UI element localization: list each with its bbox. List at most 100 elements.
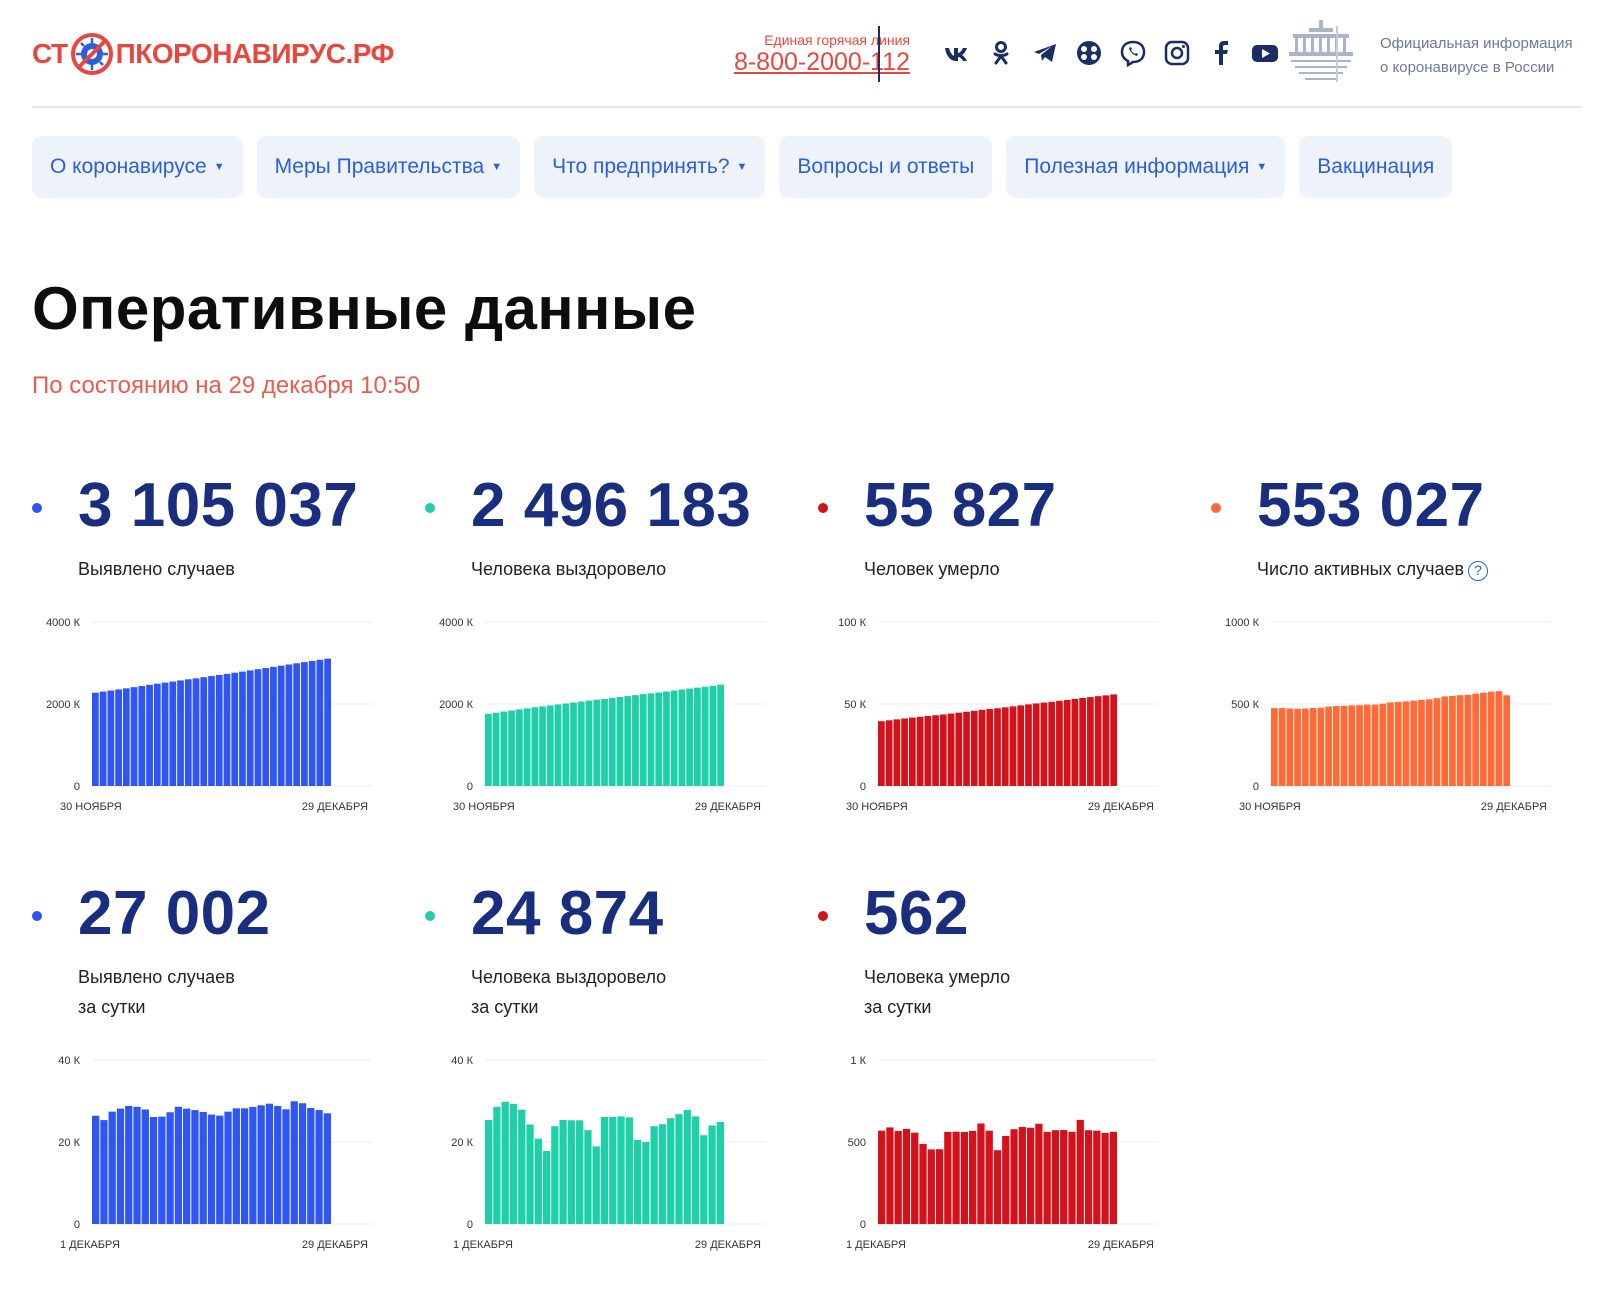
chart-bar xyxy=(191,1110,199,1224)
stat-label: Человека выздоровело за сутки xyxy=(471,962,666,1022)
stat-value: 55 827 xyxy=(864,471,1057,540)
y-tick-label: 1 К xyxy=(850,1055,866,1067)
youtube-icon[interactable] xyxy=(1250,38,1280,68)
caret-down-icon: ▼ xyxy=(1256,161,1268,173)
chart-bar xyxy=(270,666,277,786)
stat-label-line2: за сутки xyxy=(78,997,146,1017)
help-question-icon[interactable]: ? xyxy=(1468,561,1489,581)
chart-bar xyxy=(655,692,663,786)
nav-item-faq[interactable]: Вопросы и ответы xyxy=(779,136,993,198)
chart-bar xyxy=(916,716,924,786)
nav-label: О коронавирусе xyxy=(50,155,207,178)
chart-bar xyxy=(1009,706,1017,786)
chart-bar xyxy=(1010,1129,1018,1224)
instagram-icon[interactable] xyxy=(1162,38,1192,68)
stat-value: 562 xyxy=(864,879,969,948)
chart-bar xyxy=(215,674,223,786)
chart-bar xyxy=(709,685,717,786)
chart-bar xyxy=(932,715,939,786)
chart-bar xyxy=(908,717,916,786)
chart-deaths: 100 К 50 К 0 30 НОЯБРЯ 29 ДЕКАБРЯ xyxy=(838,617,1158,813)
chart-bar xyxy=(177,680,184,786)
y-tick-label: 0 xyxy=(860,1219,866,1231)
chart-bar xyxy=(993,1150,1002,1224)
y-tick-label: 20 К xyxy=(451,1137,473,1149)
stat-label-line2: за сутки xyxy=(864,997,932,1017)
x-end-label: 29 ДЕКАБРЯ xyxy=(695,801,761,813)
chart-bar xyxy=(717,684,724,786)
nav-item-vaccination[interactable]: Вакцинация xyxy=(1299,136,1453,198)
odnoklassniki-icon[interactable] xyxy=(986,38,1016,68)
government-building-icon[interactable] xyxy=(1285,18,1357,82)
nav-item-what-to-do[interactable]: Что предпринять? ▼ xyxy=(534,136,766,198)
chart-bar xyxy=(1480,692,1487,786)
x-end-label: 29 ДЕКАБРЯ xyxy=(1481,801,1547,813)
vk-icon[interactable] xyxy=(942,38,972,68)
stat-label-line1: Человека выздоровело xyxy=(471,559,667,579)
chart-bar xyxy=(952,1131,960,1224)
stat-label: Число активных случаев? xyxy=(1257,554,1489,584)
chart-bar xyxy=(184,679,192,786)
chart-bar xyxy=(609,1117,617,1224)
nav-label: Полезная информация xyxy=(1024,155,1250,178)
y-tick-label: 0 xyxy=(467,1219,473,1231)
chart-bar xyxy=(1093,1130,1101,1224)
chart-bar xyxy=(1026,1127,1035,1224)
chart-bar xyxy=(1441,696,1449,786)
chart-bar xyxy=(1101,1132,1109,1224)
yandex-zen-icon[interactable] xyxy=(1074,38,1104,68)
chart-bar xyxy=(977,1123,985,1224)
chart-bar xyxy=(960,1131,969,1224)
chart-bar xyxy=(133,1106,141,1224)
nav-item-government-measures[interactable]: Меры Правительства ▼ xyxy=(256,136,521,198)
chart-bar xyxy=(642,1141,650,1224)
x-start-label: 1 ДЕКАБРЯ xyxy=(453,1239,513,1251)
chart-bar xyxy=(577,701,585,786)
chart-bar xyxy=(567,1120,576,1224)
chart-bar xyxy=(675,1114,683,1224)
chart-total-cases: 4000 К 2000 К 0 30 НОЯБРЯ 29 ДЕКАБРЯ xyxy=(46,617,372,813)
chart-bar xyxy=(1487,691,1495,786)
nav-item-about-coronavirus[interactable]: О коронавирусе ▼ xyxy=(32,136,243,198)
chart-bar xyxy=(601,698,608,786)
chart-daily-cases: 40 К 20 К 0 1 ДЕКАБРЯ 29 ДЕКАБРЯ xyxy=(58,1055,372,1251)
chart-bar xyxy=(223,673,231,786)
chart-bar xyxy=(231,672,239,786)
chart-bar xyxy=(985,1130,993,1224)
stat-dot xyxy=(425,911,435,921)
y-tick-label: 2000 К xyxy=(46,699,81,711)
site-logo[interactable]: СТ ПКОРОНАВИРУС.РФ xyxy=(32,33,394,75)
x-end-label: 29 ДЕКАБРЯ xyxy=(695,1239,761,1251)
chart-bar xyxy=(99,691,107,786)
chart-bar xyxy=(616,697,624,786)
main-nav: О коронавирусе ▼ Меры Правительства ▼ Что … xyxy=(32,136,1453,198)
chart-bar xyxy=(122,688,130,786)
chart-bar xyxy=(935,1149,944,1224)
chart-bar xyxy=(1356,705,1363,786)
telegram-icon[interactable] xyxy=(1030,38,1060,68)
chart-bar xyxy=(1035,1123,1043,1224)
chart-bar xyxy=(986,709,994,786)
chart-bar xyxy=(282,1109,290,1224)
y-tick-label: 500 xyxy=(848,1137,866,1149)
x-end-label: 29 ДЕКАБРЯ xyxy=(302,801,368,813)
chart-bar xyxy=(562,703,570,786)
chart-bar xyxy=(878,1130,886,1224)
chart-bar xyxy=(249,1106,257,1224)
viber-icon[interactable] xyxy=(1118,38,1148,68)
facebook-icon[interactable] xyxy=(1206,38,1236,68)
chart-bar xyxy=(315,1110,323,1224)
y-tick-label: 0 xyxy=(1253,781,1259,793)
nav-item-useful-info[interactable]: Полезная информация ▼ xyxy=(1006,136,1286,198)
stat-label: Человек умерло xyxy=(864,554,1000,584)
stat-label: Человека умерло за сутки xyxy=(864,962,1010,1022)
stat-label: Выявлено случаев за сутки xyxy=(78,962,235,1022)
stat-label-line1: Человека умерло xyxy=(864,967,1011,987)
chart-bar xyxy=(290,1101,298,1224)
chart-bar xyxy=(924,715,932,786)
chart-bar xyxy=(592,1146,600,1224)
chart-bar xyxy=(1076,1119,1084,1224)
nav-label: Меры Правительства xyxy=(274,155,485,178)
chart-bar xyxy=(485,1120,493,1224)
chart-bar xyxy=(1433,698,1441,786)
